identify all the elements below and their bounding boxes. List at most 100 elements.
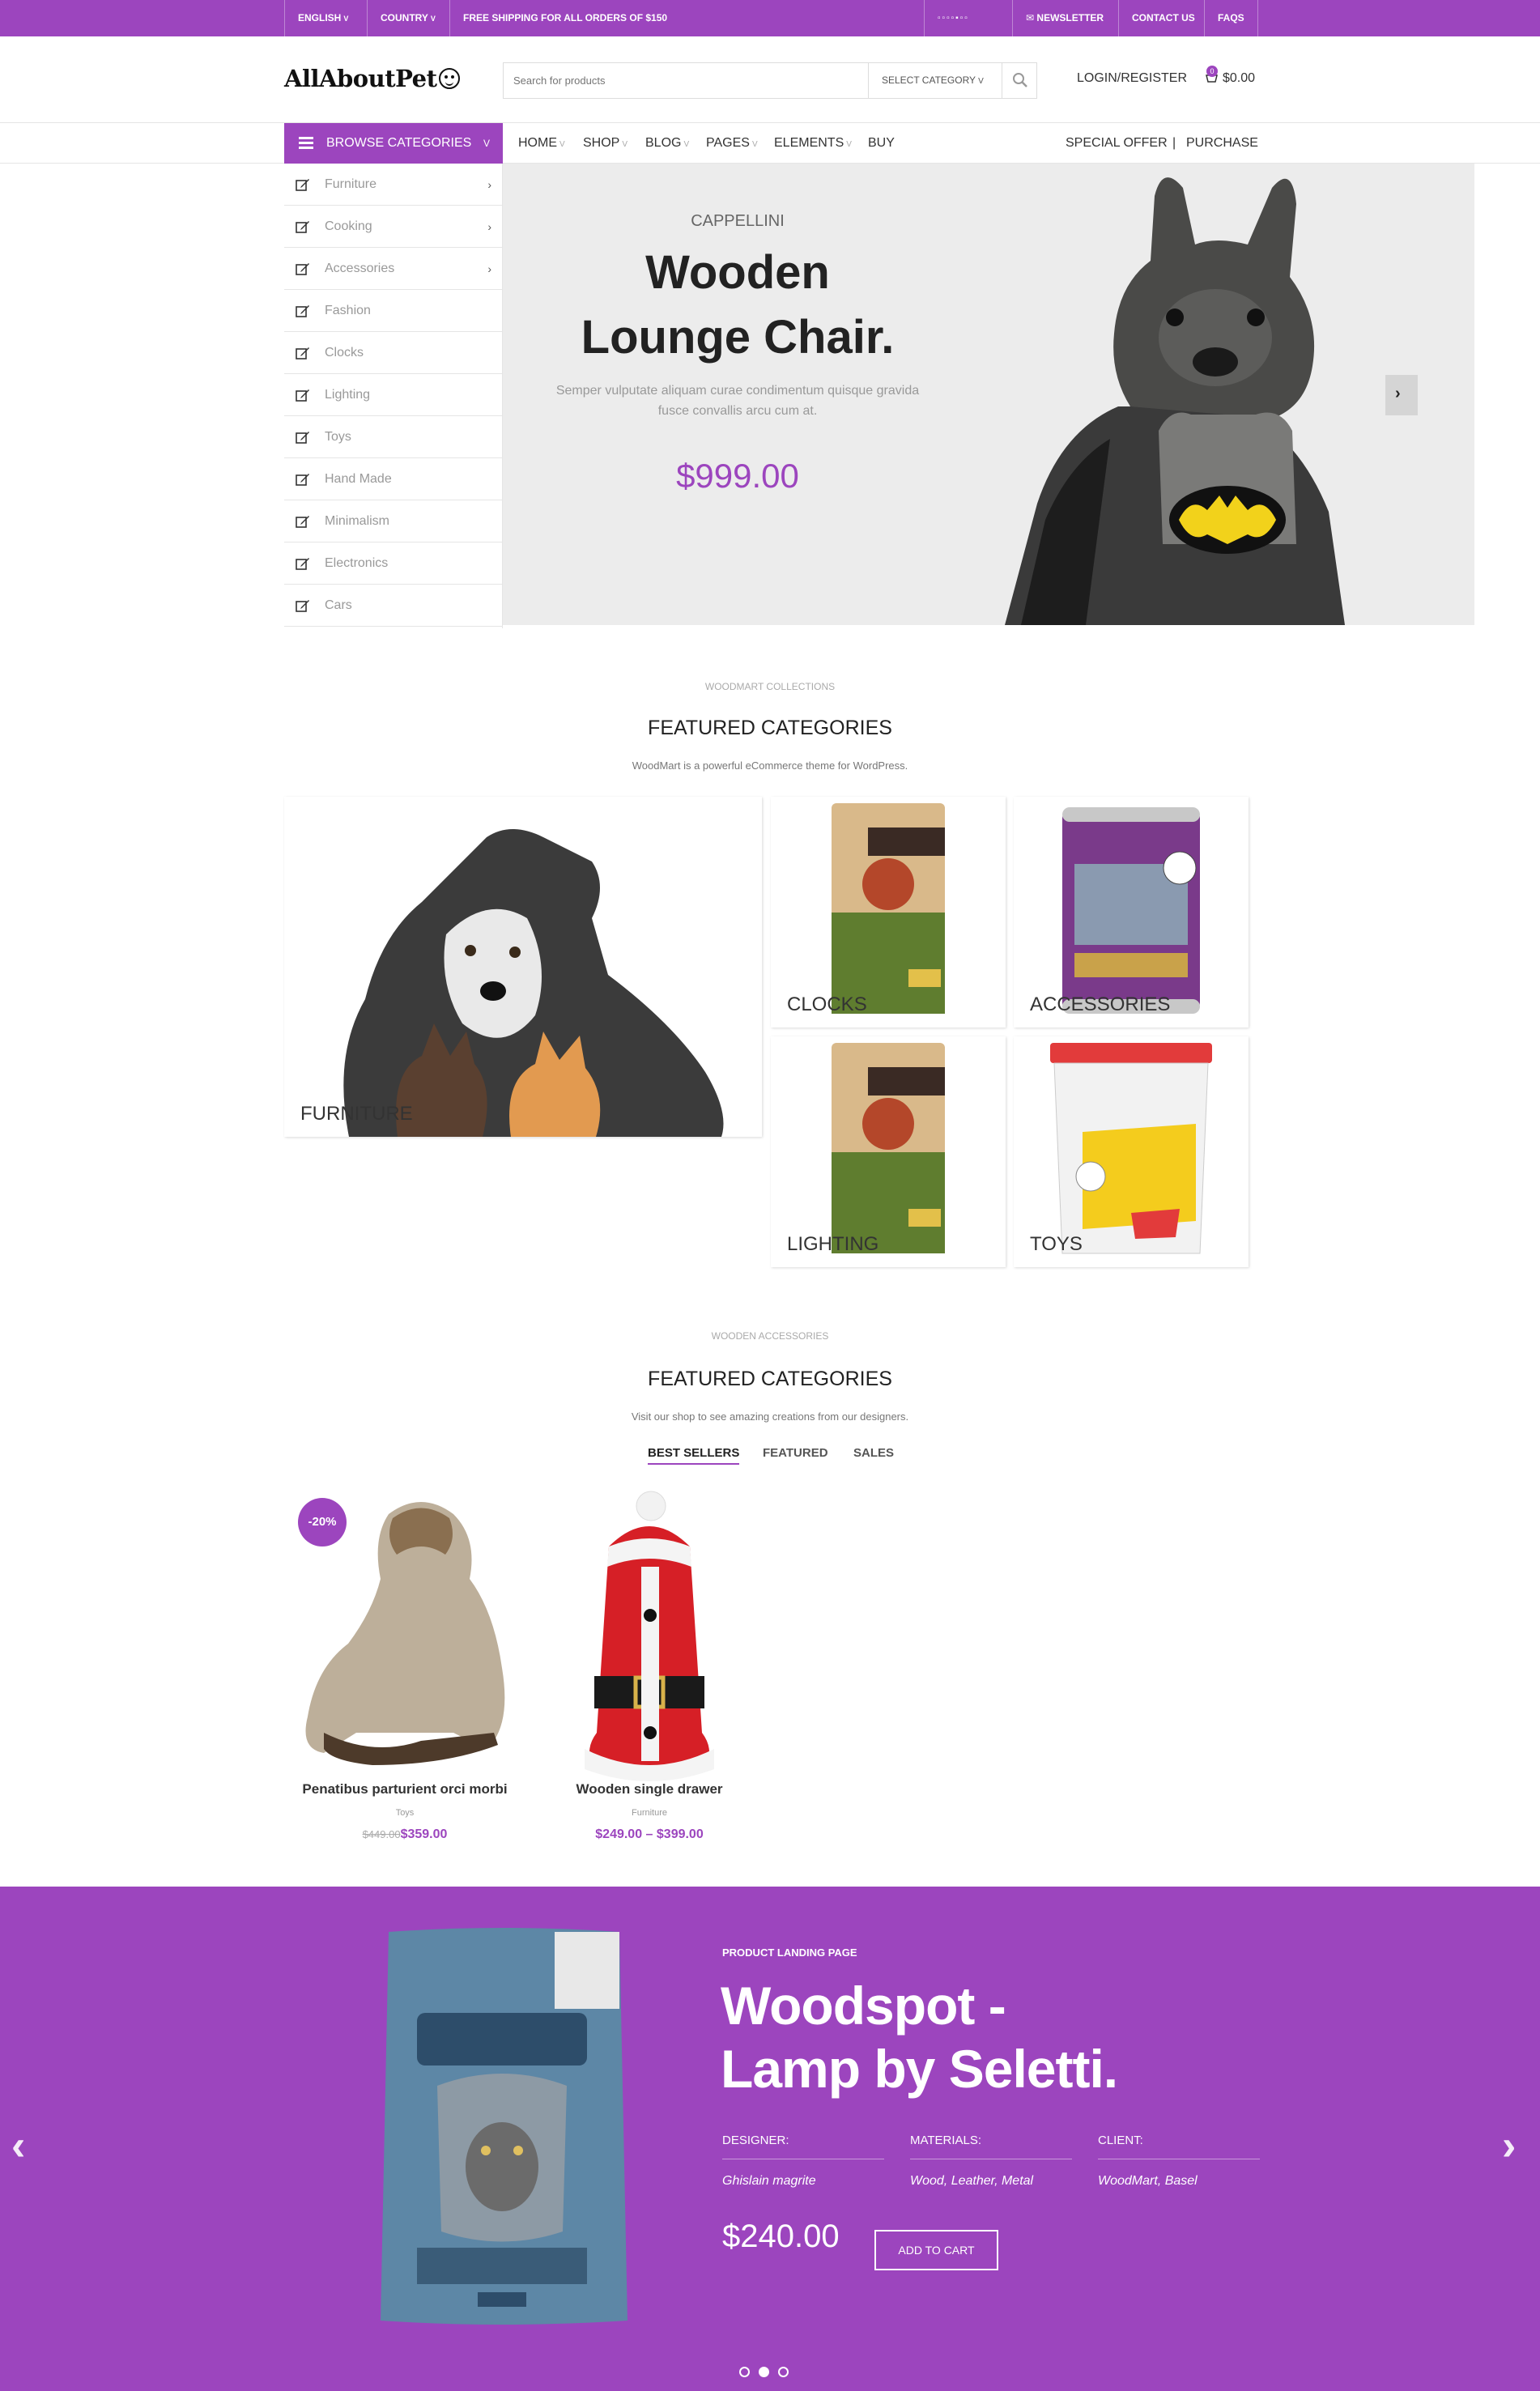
nav-label: BLOG — [645, 136, 682, 150]
chevron-right-icon: › — [487, 262, 491, 275]
edit-icon — [296, 305, 309, 317]
category-select[interactable]: SELECT CATEGORY v — [868, 63, 1002, 98]
hero-description: Semper vulputate aliquam curae condiment… — [555, 384, 920, 418]
nav-item-shop[interactable]: SHOP v — [583, 123, 627, 164]
search-button[interactable] — [1002, 63, 1037, 98]
sale-badge: -20% — [298, 1498, 347, 1546]
hero-price: $999.00 — [676, 457, 799, 495]
santa-dog-costume-image — [585, 1491, 714, 1781]
slider-next-arrow[interactable]: › — [1502, 2121, 1516, 2170]
site-logo[interactable]: AllAboutPet — [284, 65, 460, 92]
product-card[interactable]: -20% — [291, 1482, 518, 1789]
language-selector[interactable]: ENGLISH v — [284, 0, 361, 36]
nav-item-pages[interactable]: PAGES v — [706, 123, 758, 164]
product-old-price: $449.00 — [362, 1828, 401, 1840]
login-register-link[interactable]: LOGIN/REGISTER — [1077, 71, 1187, 86]
nav-label: HOME — [518, 136, 557, 150]
tab-sales[interactable]: SALES — [853, 1446, 894, 1460]
nav-item-blog[interactable]: BLOG v — [645, 123, 689, 164]
category-label: Fashion — [325, 304, 371, 317]
nav-item-buy[interactable]: BUY — [868, 123, 895, 164]
category-item[interactable]: Cars — [284, 585, 503, 627]
product-card[interactable] — [536, 1482, 763, 1789]
dog-food-bag-image — [832, 1043, 945, 1253]
purchase-link[interactable]: PURCHASE — [1186, 123, 1258, 164]
category-label: Furniture — [325, 177, 377, 191]
hero-brand: CAPPELLINI — [691, 212, 785, 230]
nav-item-home[interactable]: HOME v — [518, 123, 565, 164]
category-item[interactable]: Accessories › — [284, 248, 503, 290]
category-label: Minimalism — [325, 514, 389, 528]
hero-next-button[interactable]: › — [1385, 375, 1418, 415]
language-label: ENGLISH — [298, 12, 342, 23]
tile-label: FURNITURE — [300, 1103, 413, 1125]
newsletter-label: NEWSLETTER — [1036, 12, 1104, 23]
category-tile-toys[interactable]: TOYS — [1014, 1036, 1249, 1267]
newsletter-link[interactable]: ✉ NEWSLETTER — [1012, 0, 1117, 36]
chevron-right-icon: › — [487, 178, 491, 191]
search-bar: SELECT CATEGORY v — [503, 62, 1037, 99]
product-category[interactable]: Toys — [291, 1808, 518, 1818]
cart-widget[interactable]: 0 $0.00 — [1205, 66, 1261, 88]
add-to-cart-button[interactable]: ADD TO CART — [874, 2230, 998, 2270]
country-label: COUNTRY — [381, 12, 428, 23]
hero-title-line2: Lounge Chair. — [581, 311, 895, 364]
dog-food-bag-image — [381, 1928, 627, 2325]
chevron-down-icon: v — [343, 15, 349, 23]
faqs-link[interactable]: FAQS — [1204, 0, 1258, 36]
featured1-title: FEATURED CATEGORIES — [648, 717, 892, 739]
tab-featured[interactable]: FEATURED — [763, 1446, 828, 1460]
category-tile-furniture[interactable]: FURNITURE — [284, 797, 762, 1137]
country-selector[interactable]: COUNTRY v — [367, 0, 449, 36]
chevron-down-icon: v — [483, 138, 490, 149]
category-tile-accessories[interactable]: ACCESSORIES — [1014, 797, 1249, 1027]
cart-total: $0.00 — [1223, 71, 1256, 85]
cat-litter-bucket-image — [1050, 1043, 1212, 1254]
hero-title-line1: Wooden — [645, 246, 830, 299]
category-label: Accessories — [325, 262, 395, 275]
edit-icon — [296, 558, 309, 570]
hero-title: Wooden Lounge Chair. — [503, 240, 972, 370]
nav-item-elements[interactable]: ELEMENTS v — [774, 123, 852, 164]
tab-best-sellers[interactable]: BEST SELLERS — [648, 1446, 740, 1465]
client-value: WoodMart, Basel — [1098, 2174, 1198, 2188]
category-tile-clocks[interactable]: CLOCKS — [771, 797, 1006, 1027]
category-item[interactable]: Hand Made — [284, 458, 503, 500]
contact-label: CONTACT US — [1132, 12, 1195, 23]
contact-link[interactable]: CONTACT US — [1118, 0, 1208, 36]
social-icons: ▫▫▫▫▪▫▫ — [924, 0, 982, 36]
product-name[interactable]: Wooden single drawer — [536, 1781, 763, 1798]
featured2-title: FEATURED CATEGORIES — [648, 1368, 892, 1390]
category-item[interactable]: Electronics — [284, 542, 503, 585]
edit-icon — [296, 179, 309, 191]
pet-face-icon — [438, 68, 460, 89]
search-input[interactable] — [504, 63, 868, 98]
featured2-description: Visit our shop to see amazing creations … — [631, 1410, 909, 1423]
chevron-down-icon: v — [559, 140, 565, 149]
slider-dot[interactable] — [759, 2367, 769, 2377]
main-nav: BROWSE CATEGORIES v HOME v SHOP v BLOG v PA… — [0, 123, 1540, 164]
category-item[interactable]: Cooking › — [284, 206, 503, 248]
category-item[interactable]: Toys — [284, 416, 503, 458]
slider-prev-arrow[interactable]: ‹ — [11, 2121, 25, 2170]
category-item[interactable]: Fashion — [284, 290, 503, 332]
edit-icon — [296, 263, 309, 275]
product-name[interactable]: Penatibus parturient orci morbi — [291, 1781, 518, 1798]
slider-dot[interactable] — [739, 2367, 750, 2377]
product-category[interactable]: Furniture — [536, 1808, 763, 1818]
category-item[interactable]: Clocks — [284, 332, 503, 374]
designer-value: Ghislain magrite — [722, 2174, 816, 2188]
chevron-down-icon: v — [978, 77, 984, 86]
category-tile-lighting[interactable]: LIGHTING — [771, 1036, 1006, 1267]
category-item[interactable]: Minimalism — [284, 500, 503, 542]
browse-categories-button[interactable]: BROWSE CATEGORIES v — [284, 123, 503, 164]
slider-dot[interactable] — [778, 2367, 789, 2377]
category-item[interactable]: Furniture › — [284, 164, 503, 206]
chevron-down-icon: v — [622, 140, 628, 149]
landing-title: Woodspot - Lamp by Seletti. — [721, 1974, 1118, 2100]
dog-and-kittens-image — [343, 829, 724, 1137]
special-offer-link[interactable]: SPECIAL OFFER — [1066, 123, 1168, 164]
featured1-subtitle: WOODMART COLLECTIONS — [704, 681, 836, 692]
category-item[interactable]: Lighting — [284, 374, 503, 416]
cart-count-badge: 0 — [1206, 66, 1218, 77]
